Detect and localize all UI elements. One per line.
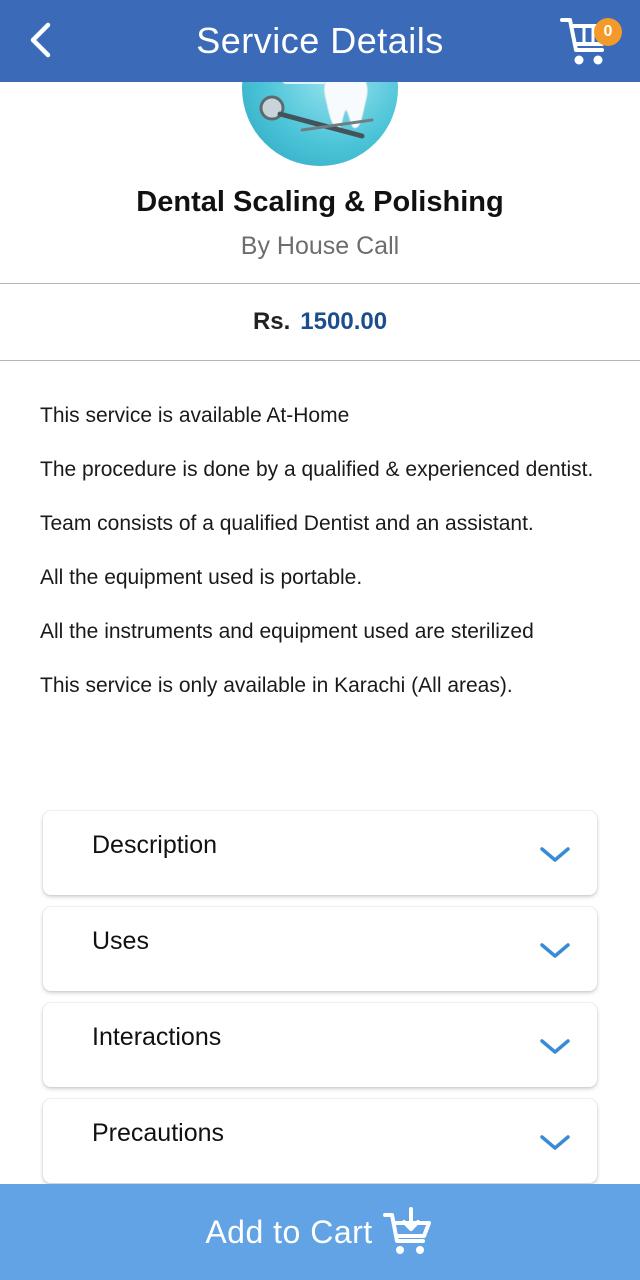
- info-line: All the instruments and equipment used a…: [40, 620, 534, 643]
- add-to-cart-label: Add to Cart: [205, 1213, 373, 1250]
- cart-add-icon: [382, 1207, 431, 1254]
- price-currency: Rs.: [252, 308, 291, 335]
- price-value: 1500.00: [300, 308, 388, 335]
- chevron-down-icon: [540, 847, 570, 862]
- back-button[interactable]: [20, 18, 60, 62]
- app-header: Service Details 0: [0, 0, 640, 82]
- accordion-label: Description: [92, 831, 218, 859]
- service-info-list: This service is available At-Home The pr…: [40, 402, 610, 726]
- info-line: Team consists of a qualified Dentist and…: [40, 512, 534, 535]
- info-line: All the equipment used is portable.: [40, 566, 363, 589]
- back-arrow-icon: [30, 22, 51, 58]
- info-line: This service is only available in Karach…: [40, 674, 513, 697]
- accordion-uses[interactable]: Uses: [43, 907, 597, 991]
- accordion-label: Precautions: [92, 1119, 225, 1147]
- accordion-label: Interactions: [92, 1023, 222, 1051]
- add-to-cart-button[interactable]: Add to Cart: [0, 1184, 640, 1280]
- page-title: Service Details: [196, 20, 444, 61]
- accordion-interactions[interactable]: Interactions: [43, 1003, 597, 1087]
- service-provider: By House Call: [240, 232, 400, 260]
- app-screen: Service Details 0 Dental Scaling & Polis…: [0, 0, 640, 1280]
- price-section: Rs. 1500.00: [0, 283, 640, 361]
- accordion-description[interactable]: Description: [43, 811, 597, 895]
- accordion-precautions[interactable]: Precautions: [43, 1099, 597, 1183]
- accordion-label: Uses: [92, 927, 149, 955]
- chevron-down-icon: [540, 943, 570, 958]
- info-line: This service is available At-Home: [40, 404, 350, 427]
- info-line: The procedure is done by a qualified & e…: [40, 458, 594, 481]
- cart-count-badge: 0: [594, 18, 622, 46]
- cart-button[interactable]: 0: [558, 14, 622, 70]
- service-name: Dental Scaling & Polishing: [136, 186, 504, 218]
- chevron-down-icon: [540, 1135, 570, 1150]
- chevron-down-icon: [540, 1039, 570, 1054]
